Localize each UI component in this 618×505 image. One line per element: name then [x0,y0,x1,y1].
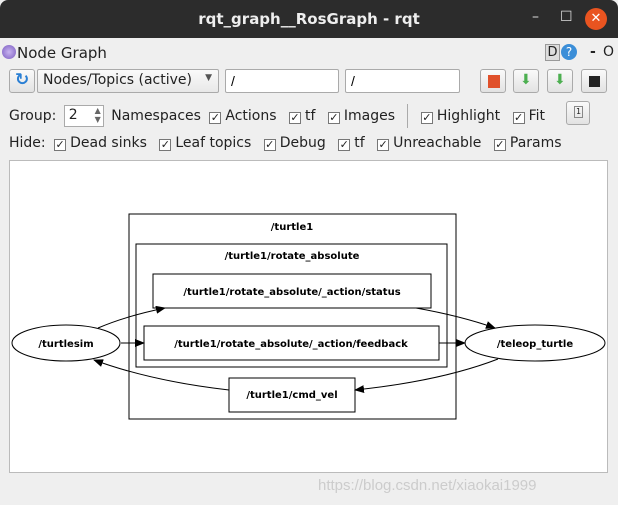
actions-checkbox[interactable]: ✓ Actions [209,108,277,124]
load-dot-button[interactable] [480,69,506,93]
node-teleop-turtle[interactable]: /teleop_turtle [464,324,606,362]
cluster-rotate-absolute-label: /turtle1/rotate_absolute [225,251,360,262]
refresh-icon: ↻ [15,70,30,90]
minimize-button[interactable]: – [532,9,539,25]
images-checkbox[interactable]: ✓ Images [327,108,395,124]
save-dot-button[interactable]: ⬇ [513,69,539,93]
maximize-button[interactable]: ☐ [560,9,573,25]
tf-checkbox[interactable]: ✓ tf [288,108,315,124]
folder-icon [488,75,500,88]
watermark: https://blog.csdn.net/xiaokai1999 [318,477,537,494]
save-image-button[interactable] [581,69,607,93]
group-value: 2 [68,107,78,123]
hide-row: Hide: ✓ Dead sinks ✓ Leaf topics ✓ Debug ✓ t… [9,135,570,151]
edge-cmdvel-turtlesim [93,359,230,391]
namespaces-label: Namespaces [111,108,201,124]
fit-view-button[interactable]: 1 [566,101,590,125]
hide-unreachable-checkbox[interactable]: ✓ Unreachable [377,135,481,151]
image-icon [589,76,600,87]
svg-text:/turtle1/rotate_absolute/_acti: /turtle1/rotate_absolute/_action/status [183,287,400,298]
plugin-title: Node Graph [17,44,107,62]
hide-dead-sinks-checkbox[interactable]: ✓ Dead sinks [54,135,147,151]
hide-params-checkbox[interactable]: ✓ Params [493,135,562,151]
svg-text:/turtlesim: /turtlesim [38,339,93,350]
cluster-turtle1-label: /turtle1 [271,222,313,233]
graph-canvas[interactable]: /turtle1 /turtle1/rotate_absolute /turtl… [9,160,608,473]
divider [407,104,409,128]
topic-filter-input[interactable] [345,69,460,93]
svg-text:/teleop_turtle: /teleop_turtle [497,339,573,350]
svg-text:/turtle1/rotate_absolute/_acti: /turtle1/rotate_absolute/_action/feedbac… [174,339,408,350]
mode-select-value: Nodes/Topics (active) [43,72,192,88]
fit-icon: 1 [574,106,583,118]
spin-arrows-icon[interactable]: ▲ ▼ [95,106,101,124]
node-turtlesim[interactable]: /turtlesim [11,324,121,362]
mode-select[interactable]: Nodes/Topics (active) ▼ [37,69,219,93]
plugin-icon [2,45,16,59]
group-label: Group: [9,108,57,124]
close-button[interactable]: ✕ [585,8,607,30]
edge-teleop-cmdvel [354,358,499,394]
graph-svg: /turtle1 /turtle1/rotate_absolute /turtl… [11,213,606,420]
dock-button[interactable]: D [545,44,560,61]
edge-turtlesim-status [97,305,166,329]
refresh-button[interactable]: ↻ [9,69,35,93]
highlight-checkbox[interactable]: ✓ Highlight [420,108,500,124]
save-icon: ⬇ [554,72,566,88]
topic-cmd-vel[interactable]: /turtle1/cmd_vel [228,377,356,413]
save-icon: ⬇ [520,72,532,88]
chevron-down-icon: ▼ [205,73,212,83]
topic-status[interactable]: /turtle1/rotate_absolute/_action/status [152,273,432,309]
title-bar: rqt_graph__RosGraph - rqt – ☐ ✕ [0,0,618,38]
options-row: Group: 2 ▲ ▼ Namespaces ✓ Actions ✓ tf ✓ Imag… [9,104,553,128]
node-filter-input[interactable] [225,69,339,93]
hide-leaf-topics-checkbox[interactable]: ✓ Leaf topics [159,135,251,151]
minimize-plugin-button[interactable]: - [590,44,596,60]
help-button[interactable]: ? [561,44,577,60]
window-title: rqt_graph__RosGraph - rqt [198,10,420,28]
fit-checkbox[interactable]: ✓ Fit [512,108,545,124]
group-spinbox[interactable]: 2 ▲ ▼ [63,105,104,127]
save-svg-button[interactable]: ⬇ [547,69,573,93]
topic-feedback[interactable]: /turtle1/rotate_absolute/_action/feedbac… [143,325,440,361]
hide-debug-checkbox[interactable]: ✓ Debug [263,135,326,151]
hide-label: Hide: [9,135,46,151]
hide-tf-checkbox[interactable]: ✓ tf [338,135,365,151]
close-plugin-button[interactable]: O [603,44,614,60]
svg-text:/turtle1/cmd_vel: /turtle1/cmd_vel [246,390,337,401]
